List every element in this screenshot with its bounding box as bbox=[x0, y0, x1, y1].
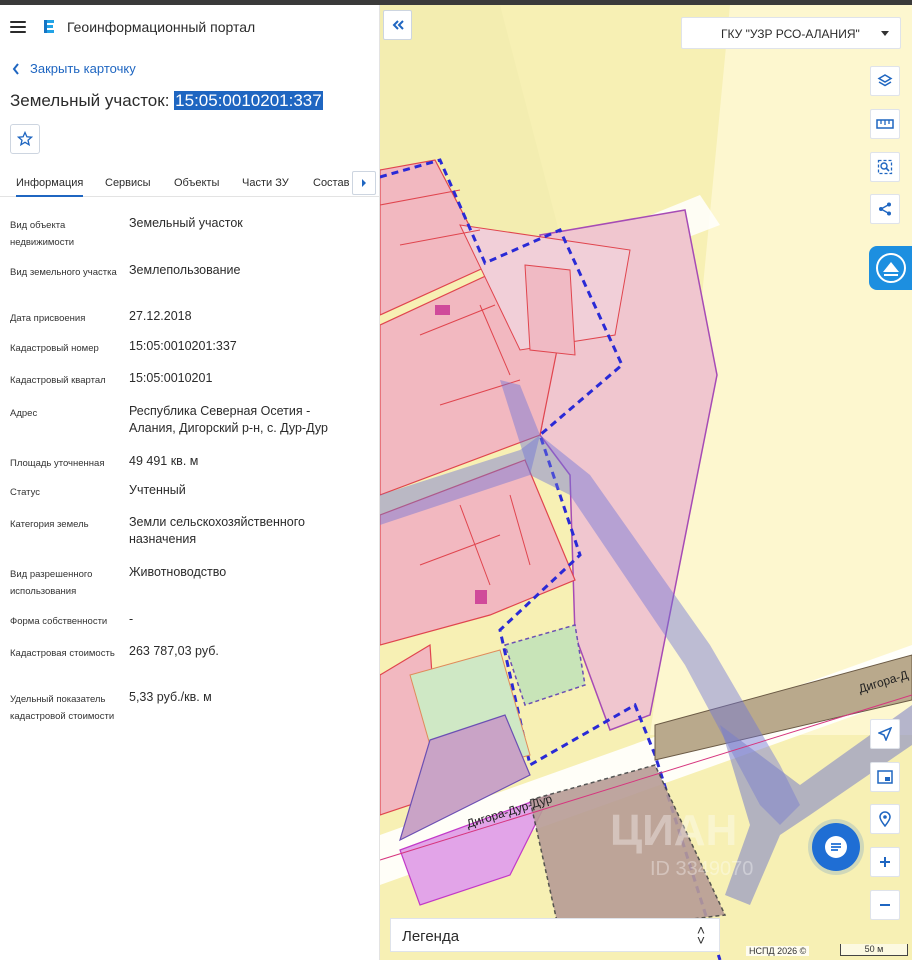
info-value: 5,33 руб./кв. м bbox=[129, 690, 212, 704]
favorite-button[interactable] bbox=[10, 124, 40, 154]
nspd-widget-button[interactable] bbox=[869, 246, 912, 290]
select-area-button[interactable] bbox=[870, 152, 900, 182]
close-card-link[interactable]: Закрыть карточку bbox=[12, 61, 136, 76]
tab-objects[interactable]: Объекты bbox=[174, 177, 219, 189]
parcel[interactable] bbox=[504, 624, 586, 706]
card-cadastral-number[interactable]: 15:05:0010201:337 bbox=[174, 91, 323, 110]
info-label: Удельный показатель кадастровой стоимост… bbox=[10, 694, 115, 722]
building-marker bbox=[435, 305, 450, 315]
info-label: Кадастровый квартал bbox=[10, 375, 106, 386]
app-title: Геоинформационный портал bbox=[67, 19, 256, 35]
card-title-prefix: Земельный участок: bbox=[10, 91, 175, 110]
map-copyright[interactable]: НСПД 2026 © bbox=[746, 946, 810, 956]
locate-object-button[interactable] bbox=[870, 804, 900, 834]
layers-button[interactable] bbox=[870, 66, 900, 96]
info-value: 263 787,03 руб. bbox=[129, 644, 219, 658]
info-value: 27.12.2018 bbox=[129, 309, 192, 323]
expand-collapse-icon: ˄ ˅ bbox=[696, 922, 705, 948]
ruler-icon bbox=[876, 119, 894, 129]
share-icon bbox=[879, 202, 891, 216]
minimap-button[interactable] bbox=[870, 762, 900, 792]
zoom-in-button[interactable] bbox=[870, 847, 900, 877]
info-label: Кадастровая стоимость bbox=[10, 648, 115, 659]
parcel[interactable] bbox=[524, 264, 576, 356]
info-value: Земли сельскохозяйственного назначения bbox=[129, 515, 305, 546]
nspd-logo-icon bbox=[875, 253, 906, 283]
info-value: 15:05:0010201:337 bbox=[129, 339, 237, 353]
info-value: 49 491 кв. м bbox=[129, 454, 199, 468]
info-value: 15:05:0010201 bbox=[129, 371, 213, 385]
caret-right-icon bbox=[362, 179, 366, 187]
measure-button[interactable] bbox=[870, 109, 900, 139]
geolocation-button[interactable] bbox=[870, 719, 900, 749]
scale-bar: 50 м bbox=[840, 944, 908, 956]
map-canvas[interactable]: Дигора-Дур-Дур Дигора-Д ЦИАН ID 3349070 bbox=[380, 5, 912, 960]
area-search-icon bbox=[877, 159, 893, 175]
info-value: Учтенный bbox=[129, 483, 186, 497]
info-value: Республика Северная Осетия - Алания, Диг… bbox=[129, 404, 328, 435]
app-header: Геоинформационный портал bbox=[10, 17, 255, 37]
layers-icon bbox=[877, 74, 893, 87]
info-label: Вид земельного участка bbox=[10, 267, 117, 278]
tab-services[interactable]: Сервисы bbox=[105, 177, 151, 189]
tab-bar: Информация Сервисы Объекты Части ЗУ Сост… bbox=[0, 169, 379, 197]
info-value: Животноводство bbox=[129, 565, 227, 579]
portal-logo-icon bbox=[44, 20, 54, 33]
chat-icon bbox=[825, 836, 847, 858]
close-card-label: Закрыть карточку bbox=[30, 61, 136, 76]
info-label: Площадь уточненная bbox=[10, 458, 105, 469]
info-label: Категория земель bbox=[10, 519, 89, 530]
tab-composition[interactable]: Состав bbox=[313, 177, 349, 189]
info-value: Землепользование bbox=[129, 263, 241, 277]
info-label: Кадастровый номер bbox=[10, 343, 99, 354]
info-label: Статус bbox=[10, 487, 41, 498]
info-label: Вид объекта недвижимости bbox=[10, 220, 75, 248]
menu-icon[interactable] bbox=[10, 21, 26, 33]
caret-down-icon bbox=[881, 31, 889, 36]
legend-label: Легенда bbox=[402, 928, 460, 945]
watermark-text: ЦИАН bbox=[610, 806, 737, 855]
star-icon bbox=[17, 131, 33, 147]
info-value: - bbox=[129, 612, 134, 626]
chevron-left-icon bbox=[12, 62, 19, 75]
info-label: Адрес bbox=[10, 408, 38, 419]
minus-icon bbox=[880, 904, 890, 906]
organization-select[interactable]: ГКУ "УЗР РСО-АЛАНИЯ" bbox=[681, 17, 901, 49]
tab-info[interactable]: Информация bbox=[16, 177, 84, 197]
zoom-out-button[interactable] bbox=[870, 890, 900, 920]
legend-toggle[interactable]: Легенда ˄ ˅ bbox=[390, 918, 720, 952]
tab-parts[interactable]: Части ЗУ bbox=[242, 177, 289, 189]
double-chevron-left-icon bbox=[392, 20, 404, 30]
chat-button[interactable] bbox=[812, 823, 860, 871]
location-search-icon bbox=[879, 811, 891, 827]
info-label: Вид разрешенного использования bbox=[10, 569, 93, 597]
info-label: Форма собственности bbox=[10, 616, 108, 627]
share-button[interactable] bbox=[870, 194, 900, 224]
building-marker bbox=[475, 590, 487, 604]
navigation-arrow-icon bbox=[878, 727, 892, 741]
watermark-id: ID 3349070 bbox=[650, 858, 753, 880]
tabs-scroll-right-button[interactable] bbox=[352, 171, 376, 195]
card-title: Земельный участок: 15:05:0010201:337 bbox=[10, 91, 323, 111]
organization-select-value: ГКУ "УЗР РСО-АЛАНИЯ" bbox=[721, 27, 860, 41]
picture-in-picture-icon bbox=[877, 770, 893, 784]
info-label: Дата присвоения bbox=[10, 313, 86, 324]
info-panel: Геоинформационный портал Закрыть карточк… bbox=[0, 5, 380, 960]
collapse-panel-button[interactable] bbox=[383, 10, 412, 40]
map-view[interactable]: Дигора-Дур-Дур Дигора-Д ЦИАН ID 3349070 bbox=[380, 5, 912, 960]
plus-icon bbox=[880, 857, 890, 867]
info-value: Земельный участок bbox=[129, 216, 243, 230]
